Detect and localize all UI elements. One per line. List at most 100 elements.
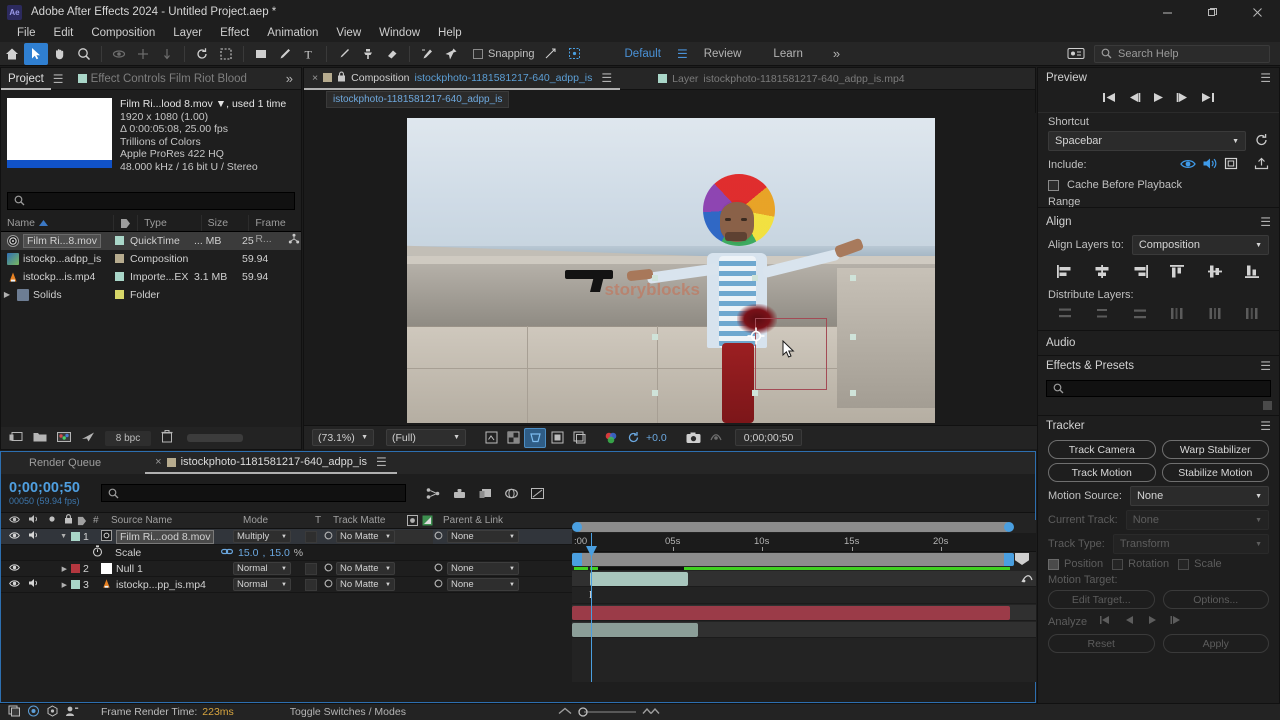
eraser-tool-icon[interactable] xyxy=(380,43,404,65)
menu-help[interactable]: Help xyxy=(429,24,471,42)
channel-rgb-icon[interactable] xyxy=(600,428,622,448)
project-row-3[interactable]: ▶ Solids Folder xyxy=(1,286,301,304)
project-row-2[interactable]: istockp...is.mp4 Importe...EX 3.1 MB 59.… xyxy=(1,268,301,286)
export-preview-icon[interactable] xyxy=(1254,157,1269,173)
menu-effect[interactable]: Effect xyxy=(211,24,258,42)
layer-mode-select[interactable]: Normal ▼ xyxy=(233,578,291,591)
menu-view[interactable]: View xyxy=(327,24,370,42)
project-tabs-overflow-icon[interactable]: » xyxy=(286,71,301,86)
align-bottom-icon[interactable] xyxy=(1237,260,1268,282)
frame-blending-icon[interactable] xyxy=(498,482,524,504)
item-dropdown-icon[interactable]: ▼ xyxy=(216,98,226,110)
parent-link-header[interactable]: Parent & Link xyxy=(443,515,535,526)
track-motion-button[interactable]: Track Motion xyxy=(1048,463,1156,482)
type-tool-icon[interactable]: T xyxy=(297,43,321,65)
dolly-tool-icon[interactable] xyxy=(155,43,179,65)
tab-layer[interactable]: Layer istockphoto-1181581217-640_adpp_is… xyxy=(650,68,912,90)
layer-mode-select[interactable]: Normal ▼ xyxy=(233,562,291,575)
workspace-review[interactable]: Review xyxy=(688,48,758,60)
selection-handle[interactable] xyxy=(849,275,856,281)
row-label-swatch[interactable] xyxy=(115,290,124,300)
include-overlays-icon[interactable] xyxy=(1224,157,1238,173)
mask-visibility-icon[interactable] xyxy=(546,428,568,448)
draft-3d-icon[interactable] xyxy=(446,482,472,504)
puppet-pin-icon[interactable] xyxy=(439,43,463,65)
workspace-menu-icon[interactable]: ☰ xyxy=(677,47,688,61)
scale-link-icon[interactable] xyxy=(221,547,234,559)
motion-source-select[interactable]: None ▼ xyxy=(1129,486,1269,506)
track-camera-button[interactable]: Track Camera xyxy=(1048,440,1156,459)
first-frame-icon[interactable] xyxy=(1102,92,1116,106)
time-navigator-bar[interactable] xyxy=(574,522,1012,532)
grid-guides-icon[interactable] xyxy=(568,428,590,448)
transparency-grid-icon[interactable] xyxy=(502,428,524,448)
include-audio-icon[interactable] xyxy=(1202,157,1218,173)
track-lane-3[interactable] xyxy=(572,622,1036,638)
pen-tool-icon[interactable] xyxy=(273,43,297,65)
layer-expand-toggle[interactable]: ▼ xyxy=(60,533,71,540)
orbit-tool-icon[interactable] xyxy=(107,43,131,65)
cache-before-playback-checkbox[interactable] xyxy=(1048,179,1059,191)
align-layers-select[interactable]: Composition ▼ xyxy=(1131,235,1269,255)
work-area-start[interactable] xyxy=(572,553,582,566)
layer-track-matte-select[interactable]: No Matte ▼ xyxy=(336,562,395,575)
breadcrumb[interactable]: istockphoto-1181581217-640_adpp_is xyxy=(326,90,510,108)
menu-animation[interactable]: Animation xyxy=(258,24,327,42)
selection-handle[interactable] xyxy=(651,275,658,281)
auto-keyframe-icon[interactable] xyxy=(65,705,79,720)
layer-name[interactable]: istockp...pp_is.mp4 xyxy=(116,579,206,591)
new-composition-icon[interactable] xyxy=(57,431,71,446)
layer-name[interactable]: Null 1 xyxy=(116,563,143,575)
selection-handle[interactable] xyxy=(651,390,658,396)
close-tab-icon[interactable]: × xyxy=(312,72,318,84)
workspace-default[interactable]: Default xyxy=(609,48,677,60)
timeline-empty-area[interactable] xyxy=(572,639,1036,682)
rotation-tool-icon[interactable] xyxy=(190,43,214,65)
tab-composition[interactable]: × Composition istockphoto-1181581217-640… xyxy=(304,68,621,90)
project-search-input[interactable] xyxy=(7,191,295,210)
track-matte-link-icon[interactable] xyxy=(323,530,334,544)
timeline-timecode-group[interactable]: 0;00;00;50 00050 (59.94 fps) xyxy=(1,480,101,506)
time-navigator-end[interactable] xyxy=(1004,522,1014,532)
track-matte-link-icon[interactable] xyxy=(323,578,334,592)
align-top-icon[interactable] xyxy=(1162,260,1193,282)
zoom-tool-icon[interactable] xyxy=(72,43,96,65)
snap-grid-icon[interactable] xyxy=(563,43,587,65)
layer-label-swatch[interactable] xyxy=(71,532,80,541)
viewer-panel-menu-icon[interactable]: ☰ xyxy=(601,71,612,85)
align-menu-icon[interactable]: ☰ xyxy=(1260,215,1271,229)
snapshot-icon[interactable] xyxy=(683,428,705,448)
brush-tool-icon[interactable] xyxy=(332,43,356,65)
col-framerate[interactable]: Frame R... xyxy=(249,215,301,245)
layer-expand-toggle[interactable]: ▶ xyxy=(62,565,71,573)
tab-composition-timeline[interactable]: × istockphoto-1181581217-640_adpp_is ☰ xyxy=(145,452,397,474)
clone-stamp-icon[interactable] xyxy=(356,43,380,65)
shape-tool-icon[interactable] xyxy=(249,43,273,65)
effects-resize-grip[interactable] xyxy=(1038,401,1279,415)
exposure-reset-icon[interactable] xyxy=(622,428,644,448)
selection-handle[interactable] xyxy=(849,390,856,396)
timeline-zoom-slider[interactable] xyxy=(578,707,636,717)
sync-settings-icon[interactable] xyxy=(1064,43,1088,65)
show-snapshot-icon[interactable] xyxy=(705,428,727,448)
layer-audio-toggle[interactable] xyxy=(28,578,40,591)
last-frame-icon[interactable] xyxy=(1201,92,1215,106)
tab-render-queue[interactable]: Render Queue xyxy=(1,452,111,474)
zoom-in-timeline-icon[interactable] xyxy=(642,706,660,718)
tab-project[interactable]: Project xyxy=(1,68,51,90)
delete-icon[interactable] xyxy=(161,430,173,446)
parent-pickwhip-icon[interactable] xyxy=(433,530,444,544)
time-ruler[interactable]: :00 05s 10s 15s 20s xyxy=(572,533,1036,552)
parent-pickwhip-icon[interactable] xyxy=(433,562,444,576)
layer-video-toggle[interactable] xyxy=(9,531,20,543)
composition-mini-flowchart-icon[interactable] xyxy=(420,482,446,504)
row-label-swatch[interactable] xyxy=(115,236,124,246)
shortcut-select[interactable]: Spacebar ▼ xyxy=(1048,131,1246,151)
home-icon[interactable] xyxy=(0,43,24,65)
track-matte-header[interactable]: Track Matte xyxy=(333,515,405,526)
tab-effect-controls[interactable]: Effect Controls Film Riot Blood xyxy=(87,68,254,90)
region-of-interest-icon[interactable] xyxy=(480,428,502,448)
reset-shortcut-icon[interactable] xyxy=(1254,133,1269,149)
graph-editor-icon[interactable] xyxy=(524,482,550,504)
mode-header[interactable]: Mode xyxy=(243,515,315,526)
